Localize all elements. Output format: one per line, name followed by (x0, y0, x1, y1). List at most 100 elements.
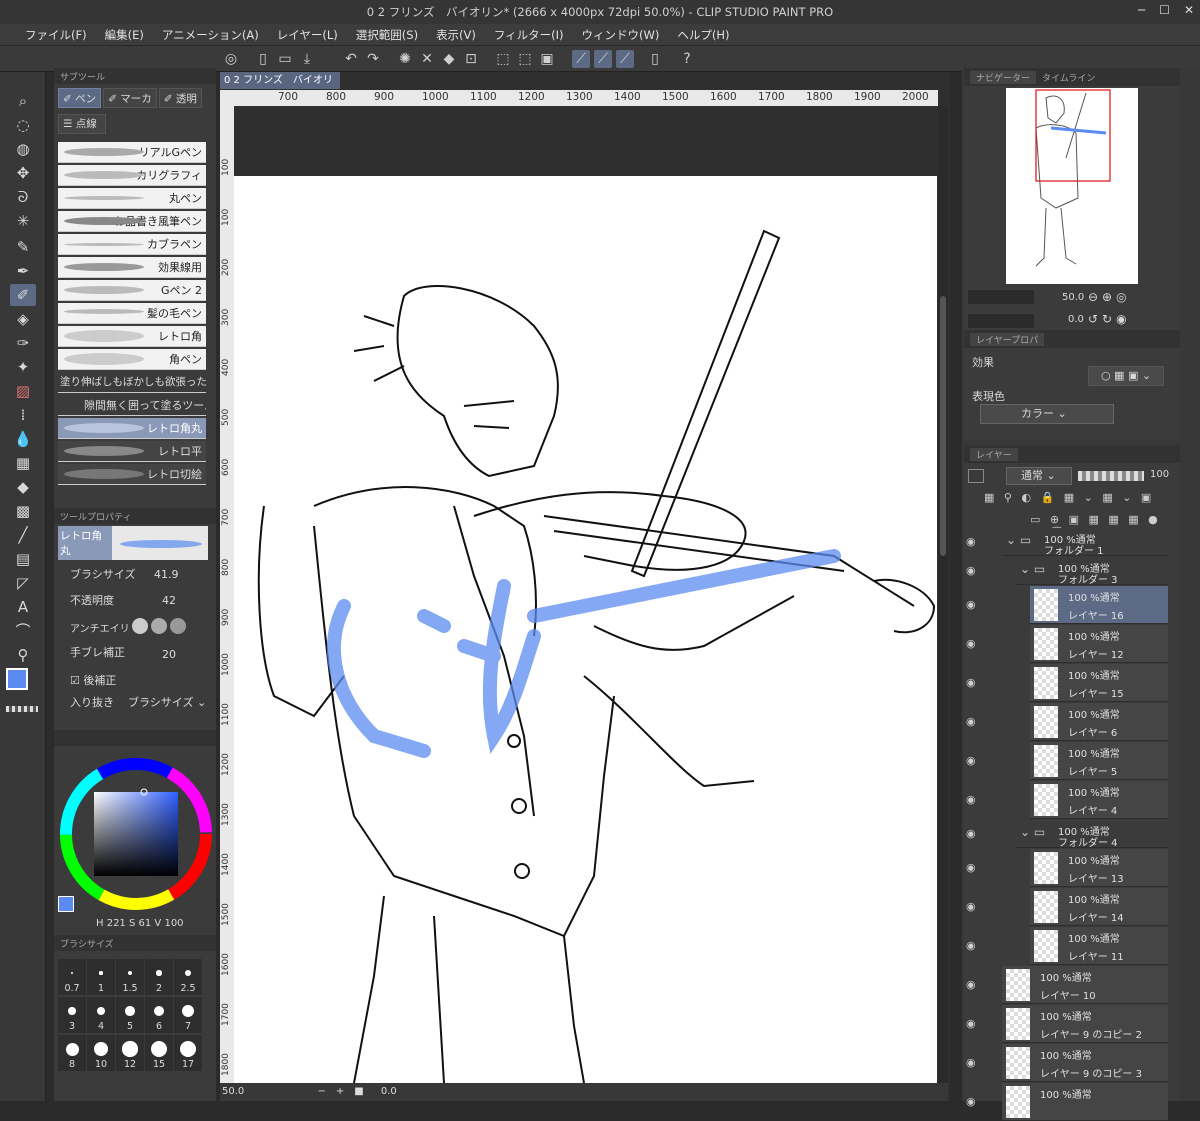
move-icon[interactable]: ✥ (10, 162, 36, 184)
tab-navigator[interactable]: ナビゲーター (970, 70, 1037, 84)
visibility-eye-icon[interactable]: ◉ (966, 715, 976, 728)
layer-row[interactable]: ◉ 100 %通常 レイヤー 9 のコピー 3 (966, 1044, 1168, 1082)
brush-item[interactable]: Gペン 2 (58, 280, 206, 301)
layer-row[interactable]: ◉ 100 %通常 レイヤー 12 (966, 625, 1168, 663)
layer-row[interactable]: ◉ 100 %通常 レイヤー 11 (966, 927, 1168, 965)
brush-size-cell[interactable]: 1.5 (116, 959, 144, 995)
angle-slider[interactable] (968, 314, 1034, 328)
menu-animation[interactable]: アニメーション(A) (153, 27, 268, 43)
vscroll-thumb[interactable] (940, 296, 946, 556)
visibility-eye-icon[interactable]: ◉ (966, 978, 976, 991)
gradient-icon[interactable]: ▩ (10, 500, 36, 522)
brush-item[interactable]: 髪の毛ペン (58, 303, 206, 324)
visibility-eye-icon[interactable]: ◉ (966, 1095, 976, 1108)
brush-item-selected[interactable]: レトロ角丸 (58, 418, 206, 439)
vertical-scrollbar[interactable] (938, 106, 948, 1083)
menu-selection[interactable]: 選択範囲(S) (347, 27, 427, 43)
redo-icon[interactable]: ↷ (364, 50, 382, 68)
brush-size-cell[interactable]: 12 (116, 1035, 144, 1071)
visibility-eye-icon[interactable]: ◉ (966, 637, 976, 650)
visibility-eye-icon[interactable]: ◉ (966, 1017, 976, 1030)
brush-size-cell[interactable]: 2 (145, 959, 173, 995)
magic-wand-icon[interactable]: ✳ (10, 210, 36, 232)
color-wheel[interactable] (58, 756, 214, 912)
brush-size-cell[interactable]: 2.5 (174, 959, 202, 995)
visibility-eye-icon[interactable]: ◉ (966, 939, 976, 952)
help-icon[interactable]: ? (678, 50, 696, 68)
visibility-eye-icon[interactable]: ◉ (966, 564, 976, 577)
layer-opacity-value[interactable]: 100 (1150, 469, 1169, 480)
clear-icon[interactable]: ✕ (418, 50, 436, 68)
tab-marker[interactable]: ✐ マーカ (103, 88, 157, 108)
main-color-swatch[interactable] (6, 668, 28, 690)
decoration-icon[interactable]: ✑ (10, 332, 36, 354)
snap-special-ruler-icon[interactable]: ⟋ (594, 50, 612, 68)
maximize-button[interactable]: ☐ (1159, 3, 1170, 17)
invert-selection-icon[interactable]: ⬚ (516, 50, 534, 68)
layer-row[interactable]: ◉ 100 %通常 レイヤー 4 (966, 781, 1168, 819)
deselect-icon[interactable]: ⬚ (494, 50, 512, 68)
zoom-icon[interactable]: ⌕ (10, 90, 36, 112)
taper-dropdown[interactable]: ブラシサイズ ⌄ (128, 694, 206, 710)
brush-item[interactable]: リアルGペン (58, 142, 206, 163)
blur-icon[interactable]: 💧 (10, 428, 36, 450)
visibility-eye-icon[interactable]: ◉ (966, 861, 976, 874)
group-dotted[interactable]: ☰ 点線 (58, 114, 106, 134)
tab-layers[interactable]: レイヤー (970, 447, 1018, 461)
layer-row[interactable]: ◉ 100 %通常 レイヤー 6 (966, 703, 1168, 741)
brush-size-cell[interactable]: 1 (87, 959, 115, 995)
layer-row[interactable]: ◉ 100 %通常 (966, 1083, 1168, 1121)
lasso-icon[interactable]: ᘐ (10, 186, 36, 208)
layer-row[interactable]: ◉ 100 %通常 レイヤー 5 (966, 742, 1168, 780)
blend-icon[interactable]: ▨ (10, 380, 36, 402)
tab-transparent[interactable]: ✐ 透明 (158, 88, 202, 108)
opacity-slider[interactable] (1078, 471, 1144, 481)
visibility-eye-icon[interactable]: ◉ (966, 676, 976, 689)
sparkle-icon[interactable]: ✦ (10, 356, 36, 378)
balloon-icon[interactable]: ⌒ (10, 620, 36, 642)
layer-tools-row1[interactable]: ▦ ⚲ ◐ 🔒 ▦ ⌄ ▦ ⌄ ▣ (984, 491, 1154, 504)
menu-layer[interactable]: レイヤー(L) (268, 27, 347, 43)
visibility-eye-icon[interactable]: ◉ (966, 535, 976, 548)
visibility-eye-icon[interactable]: ◉ (966, 827, 976, 840)
pen-icon[interactable]: ✒ (10, 260, 36, 282)
brush-size-cell[interactable]: 8 (58, 1035, 86, 1071)
zoom-value[interactable]: 50.0 (222, 1086, 244, 1097)
open-folder-icon[interactable]: ▭ (276, 50, 294, 68)
close-button[interactable]: ✕ (1184, 3, 1194, 17)
post-correction[interactable]: ☑ 後補正 (70, 672, 116, 688)
menu-help[interactable]: ヘルプ(H) (668, 27, 738, 43)
brush-size-cell[interactable]: 10 (87, 1035, 115, 1071)
undo-icon[interactable]: ↶ (342, 50, 360, 68)
navigator-thumbnail[interactable] (1006, 88, 1138, 284)
layer-row[interactable]: ◉ 100 %通常 レイヤー 14 (966, 888, 1168, 926)
brush-item[interactable]: 丸ペン (58, 188, 206, 209)
expression-dropdown[interactable]: カラー ⌄ (980, 404, 1114, 424)
layer-folder[interactable]: ◉ ⌄ ▭ 100 %通常 フォルダー 1 (966, 528, 1168, 557)
show-selection-icon[interactable]: ▣ (538, 50, 556, 68)
brush-size-value[interactable]: 41.9 (154, 568, 179, 581)
eyedropper-icon[interactable]: ✎ (10, 236, 36, 258)
frame-icon[interactable]: ▦ (10, 452, 36, 474)
brush-size-cell[interactable]: 5 (116, 997, 144, 1033)
visibility-eye-icon[interactable]: ◉ (966, 598, 976, 611)
layer-row[interactable]: ◉ 100 %通常 レイヤー 10 (966, 966, 1168, 1004)
visibility-eye-icon[interactable]: ◉ (966, 793, 976, 806)
document-tab[interactable]: 0 2 フリンズ バイオリン* ● (220, 72, 340, 103)
visibility-eye-icon[interactable]: ◉ (966, 1056, 976, 1069)
snap-grid-icon[interactable]: ⟋ (616, 50, 634, 68)
rotate-controls[interactable]: ↺↻◉ (1088, 312, 1131, 326)
ruler-icon[interactable]: ◸ (10, 572, 36, 594)
zoom-controls[interactable]: ⊖⊕◎ (1088, 290, 1131, 304)
brush-size-cell[interactable]: 6 (145, 997, 173, 1033)
menu-filter[interactable]: フィルター(I) (485, 27, 573, 43)
brush-item[interactable]: 塗り伸ばしもぼかしも欲張った (58, 372, 206, 393)
brush-size-cell[interactable]: 15 (145, 1035, 173, 1071)
layer-folder[interactable]: ◉ ⌄ ▭ 100 %通常 フォルダー 3 (966, 557, 1168, 586)
menu-window[interactable]: ウィンドウ(W) (573, 27, 669, 43)
correction-icon[interactable]: ⚲ (10, 644, 36, 666)
antialias-options[interactable] (132, 618, 196, 636)
brush-item[interactable]: レトロ切絵 (58, 464, 206, 485)
layer-folder[interactable]: ◉ ⌄ ▭ 100 %通常 フォルダー 4 (966, 820, 1168, 849)
object-select-icon[interactable]: ◍ (10, 138, 36, 160)
